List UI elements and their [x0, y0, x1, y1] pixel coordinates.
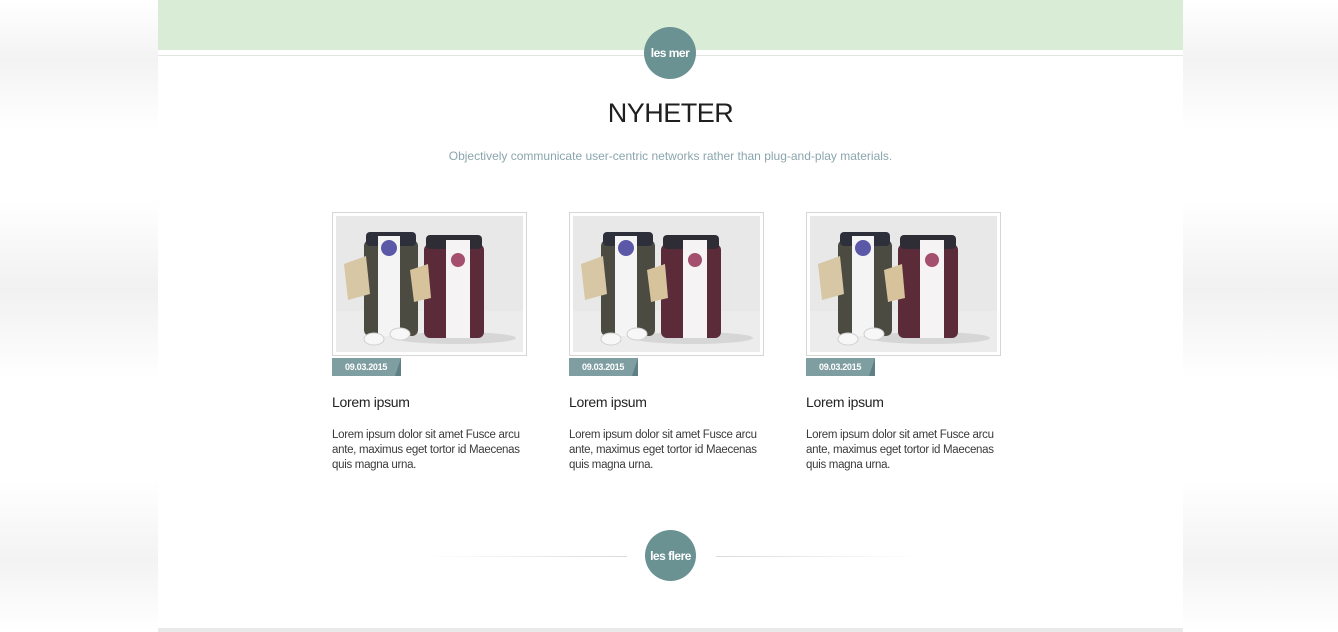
- footer-edge: [158, 628, 1183, 632]
- news-image[interactable]: [569, 212, 764, 356]
- divider-left: [424, 556, 627, 557]
- read-more-button[interactable]: les mer: [644, 27, 696, 79]
- news-title[interactable]: Lorem ipsum: [569, 394, 647, 410]
- divider-right: [716, 556, 919, 557]
- date-badge: 09.03.2015: [569, 358, 638, 376]
- date-badge: 09.03.2015: [806, 358, 875, 376]
- section-subtitle: Objectively communicate user-centric net…: [448, 149, 893, 163]
- news-title[interactable]: Lorem ipsum: [806, 394, 884, 410]
- load-more-button[interactable]: les flere: [645, 530, 696, 581]
- news-title[interactable]: Lorem ipsum: [332, 394, 410, 410]
- news-excerpt: Lorem ipsum dolor sit amet Fusce arcu an…: [332, 429, 520, 471]
- news-excerpt: Lorem ipsum dolor sit amet Fusce arcu an…: [569, 429, 757, 471]
- date-badge: 09.03.2015: [332, 358, 401, 376]
- section-title: NYHETER: [607, 98, 734, 128]
- news-image[interactable]: [332, 212, 527, 356]
- news-excerpt: Lorem ipsum dolor sit amet Fusce arcu an…: [806, 429, 994, 471]
- page-container: les mer NYHETER Objectively communicate …: [158, 0, 1183, 632]
- news-image[interactable]: [806, 212, 1001, 356]
